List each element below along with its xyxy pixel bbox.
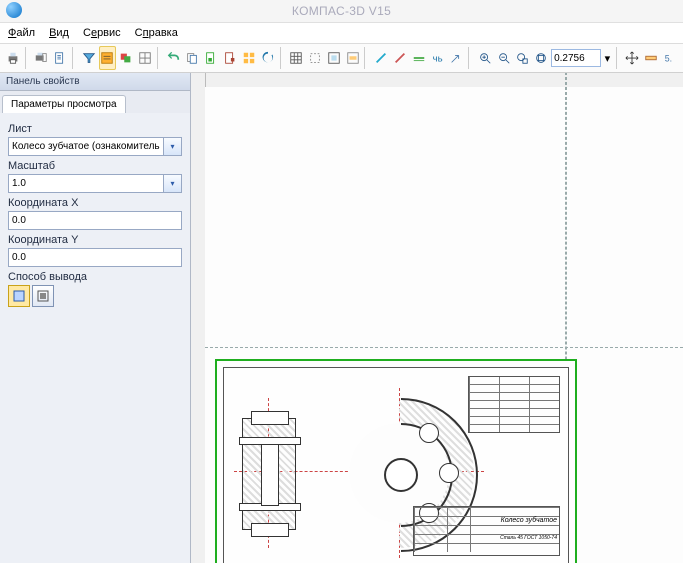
grid-icon[interactable]: [287, 46, 305, 70]
coord-x-input[interactable]: [8, 211, 182, 230]
layers-icon[interactable]: [117, 46, 135, 70]
select-window-icon[interactable]: [306, 46, 324, 70]
menubar: Файл Вид Сервис Справка: [0, 23, 683, 44]
list-label: Лист: [8, 123, 182, 135]
list-dropdown-icon[interactable]: ▾: [164, 137, 182, 156]
panel-tabs: Параметры просмотра: [0, 91, 190, 113]
text-icon[interactable]: чь: [429, 46, 447, 70]
title-block: Колесо зубчатое Сталь 45 ГОСТ 1050-74: [413, 506, 560, 556]
svg-text:чь: чь: [433, 54, 443, 65]
toolbar: чь ▾ 5.: [0, 44, 683, 73]
tile-icon[interactable]: [240, 46, 258, 70]
doc2-icon[interactable]: [221, 46, 239, 70]
zoom-field[interactable]: [551, 49, 601, 67]
svg-text:5.: 5.: [665, 54, 672, 64]
measure-icon[interactable]: [642, 46, 660, 70]
line3-icon[interactable]: [410, 46, 428, 70]
scale-dropdown-icon[interactable]: ▾: [164, 174, 182, 193]
zoom-in-icon[interactable]: [476, 46, 494, 70]
coord-y-label: Координата Y: [8, 234, 182, 246]
stamp-title: Колесо зубчатое: [501, 517, 557, 524]
panel-title: Панель свойств: [0, 73, 190, 91]
dropdown-icon[interactable]: ▾: [602, 46, 613, 70]
drawing-frame: Колесо зубчатое Сталь 45 ГОСТ 1050-74: [223, 367, 569, 563]
page-setup-icon[interactable]: [51, 46, 69, 70]
print-all-icon[interactable]: [32, 46, 50, 70]
pan-icon[interactable]: [623, 46, 641, 70]
titlebar: КОМПАС-3D V15: [0, 0, 683, 23]
layout-icon[interactable]: [136, 46, 154, 70]
scale-input[interactable]: [8, 174, 164, 193]
output-label: Способ вывода: [8, 271, 182, 283]
sheet-area: Колесо зубчатое Сталь 45 ГОСТ 1050-74: [205, 87, 683, 563]
coord-x-label: Координата X: [8, 197, 182, 209]
spec-table: [468, 376, 560, 433]
menu-file[interactable]: Файл: [8, 27, 35, 39]
page-split-line: [205, 347, 683, 348]
print-icon[interactable]: [4, 46, 22, 70]
app-title: КОМПАС-3D V15: [292, 4, 391, 18]
menu-service[interactable]: Сервис: [83, 27, 121, 39]
zoom-fit-icon[interactable]: [532, 46, 550, 70]
drawing-canvas[interactable]: Колесо зубчатое Сталь 45 ГОСТ 1050-74: [191, 73, 683, 563]
line1-icon[interactable]: [372, 46, 390, 70]
filter-icon[interactable]: [80, 46, 98, 70]
scale-label: Масштаб: [8, 160, 182, 172]
menu-view[interactable]: Вид: [49, 27, 69, 39]
copy-icon[interactable]: [183, 46, 201, 70]
shaft-section: [242, 418, 296, 530]
zoom-out-icon[interactable]: [495, 46, 513, 70]
output-mode-1[interactable]: [8, 285, 30, 307]
region-icon[interactable]: [344, 46, 362, 70]
output-mode-2[interactable]: [32, 285, 54, 307]
app-logo-icon: [6, 2, 22, 18]
line2-icon[interactable]: [391, 46, 409, 70]
stamp-material: Сталь 45 ГОСТ 1050-74: [500, 535, 557, 541]
coord-y-input[interactable]: [8, 248, 182, 267]
more-icon[interactable]: 5.: [661, 46, 679, 70]
doc1-icon[interactable]: [202, 46, 220, 70]
rotate-icon[interactable]: [259, 46, 277, 70]
undo-icon[interactable]: [165, 46, 183, 70]
properties-panel: Панель свойств Параметры просмотра Лист …: [0, 73, 191, 563]
fit-icon[interactable]: [325, 46, 343, 70]
zoom-window-icon[interactable]: [513, 46, 531, 70]
list-select[interactable]: [8, 137, 164, 156]
menu-help[interactable]: Справка: [135, 27, 178, 39]
highlight-icon[interactable]: [99, 46, 117, 70]
arrow-icon[interactable]: [447, 46, 465, 70]
tab-view-params[interactable]: Параметры просмотра: [2, 95, 126, 113]
page-boundary-2: [565, 73, 683, 563]
drawing-sheet: Колесо зубчатое Сталь 45 ГОСТ 1050-74: [215, 359, 577, 563]
